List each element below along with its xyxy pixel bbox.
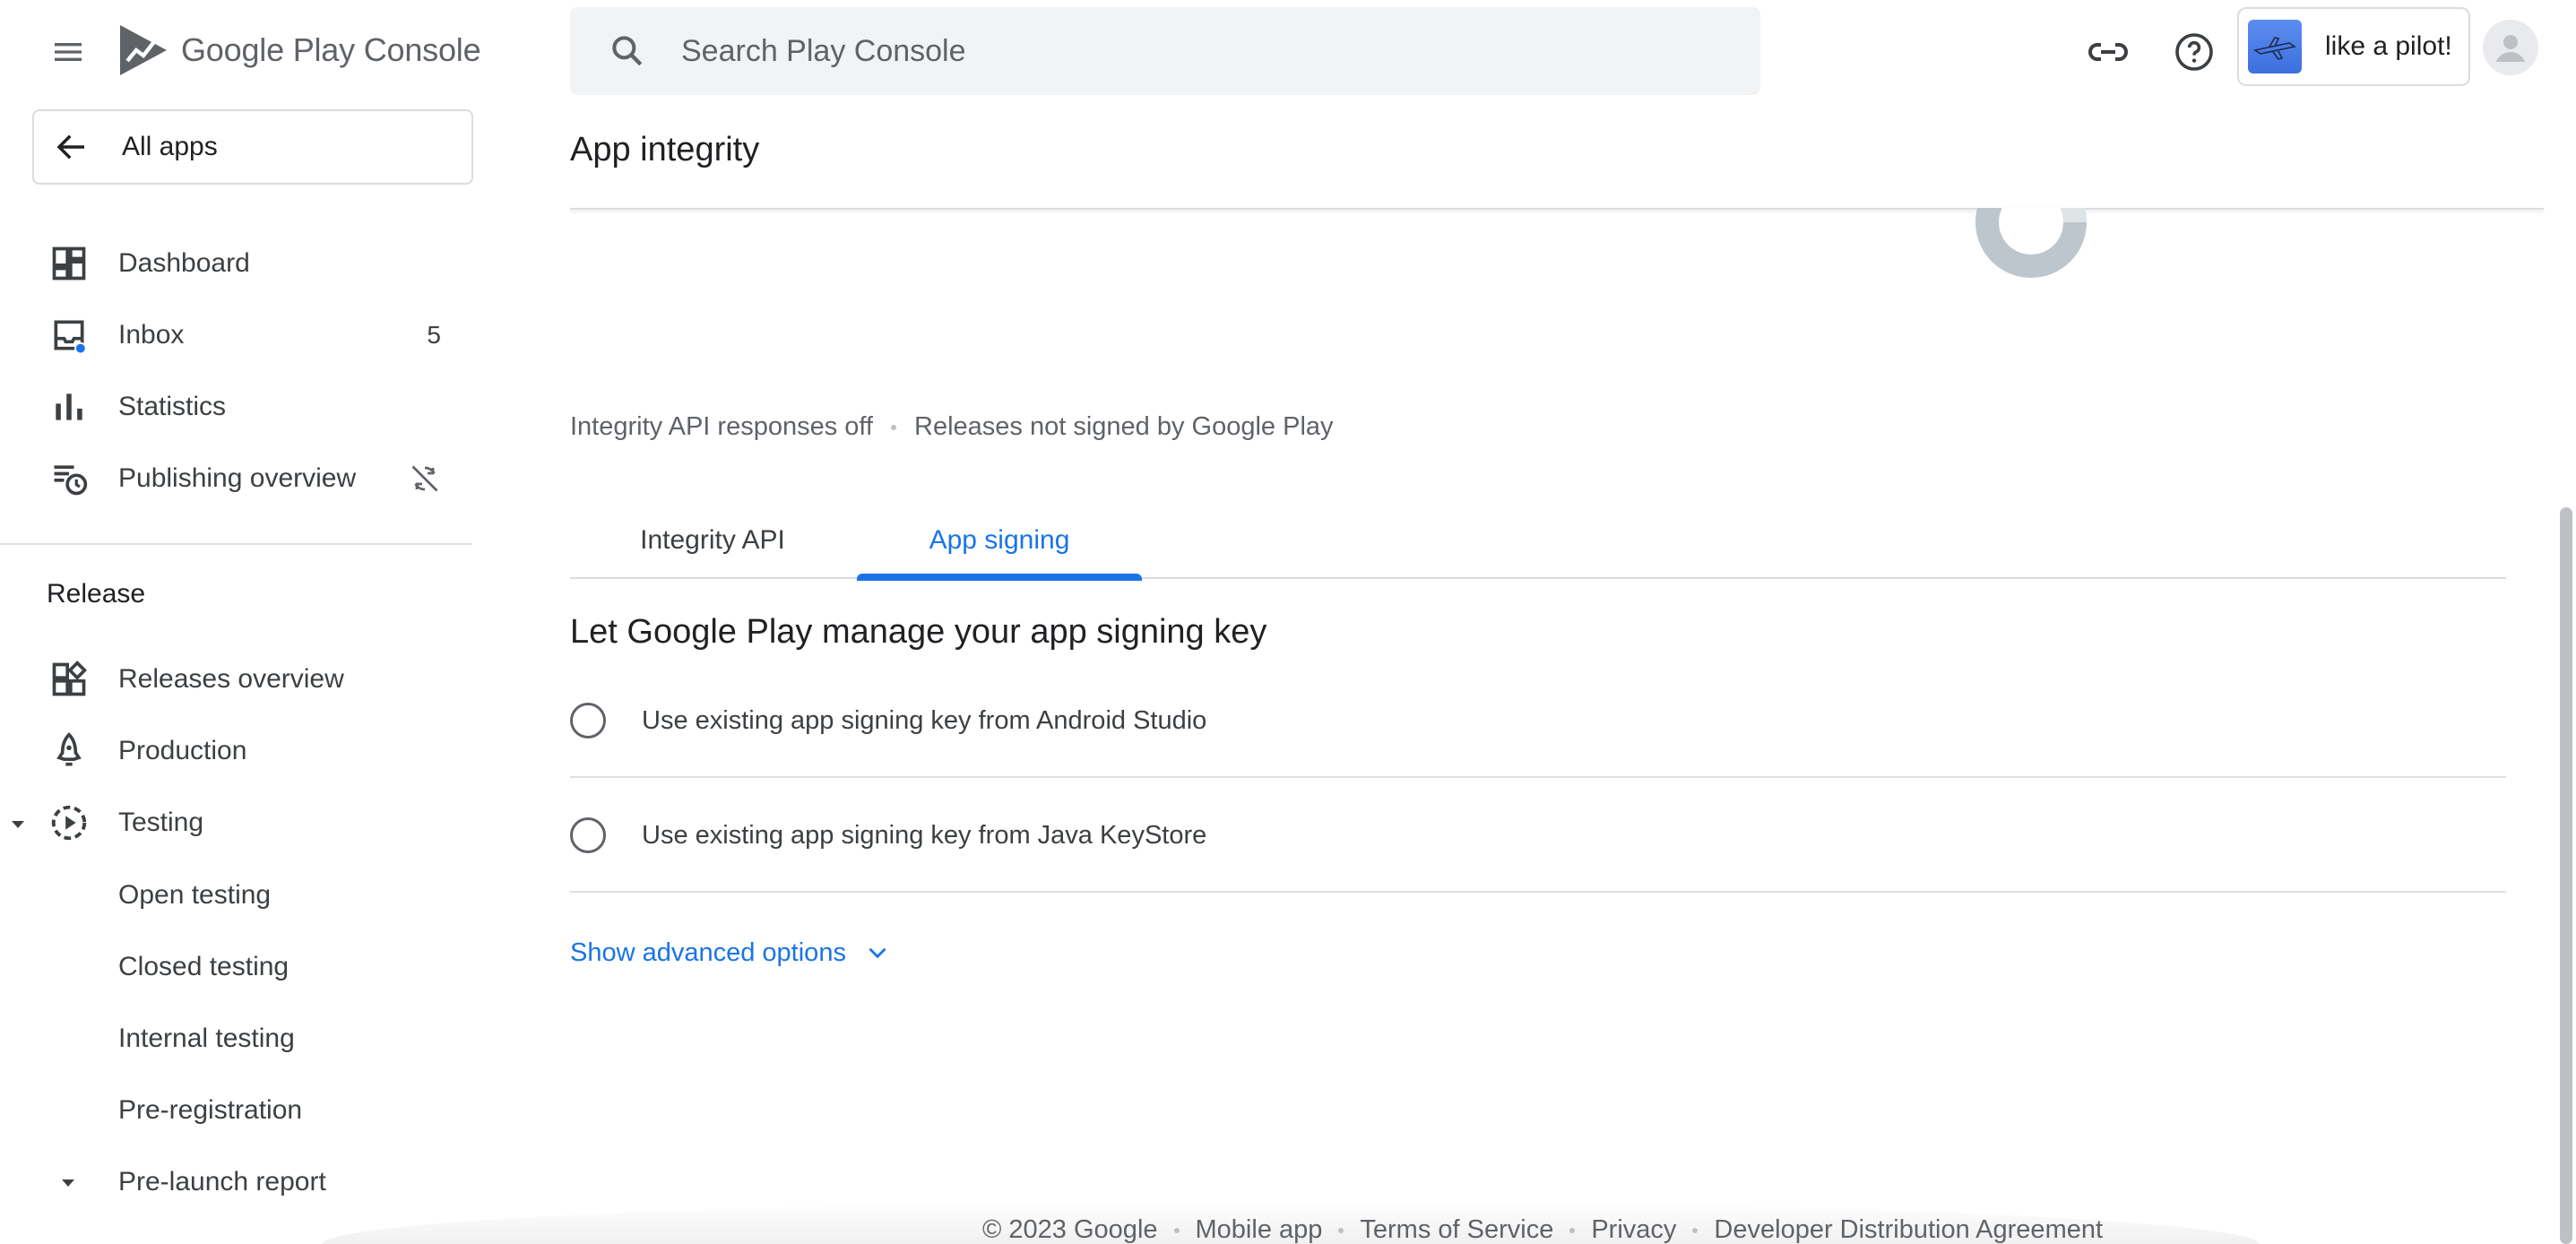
dashboard-icon xyxy=(48,243,90,284)
play-console-logo-icon xyxy=(120,25,167,75)
sidebar-item-testing[interactable]: Testing xyxy=(0,789,473,857)
sidebar-item-label: Testing xyxy=(118,808,204,837)
sidebar-item-publishing-overview[interactable]: Publishing overview xyxy=(0,445,473,513)
status-separator xyxy=(891,424,896,430)
integrity-illustration xyxy=(1975,208,2087,278)
logo-text: Google Play Console xyxy=(181,31,481,69)
tab-integrity-api[interactable]: Integrity API xyxy=(570,502,855,579)
integrity-status-line: Integrity API responses off Releases not… xyxy=(570,412,1334,442)
pre-launch-expand-icon[interactable] xyxy=(57,1172,79,1194)
release-section-title: Release xyxy=(47,579,146,609)
footer-separator xyxy=(1692,1227,1699,1233)
integrity-tabs: Integrity API App signing xyxy=(570,502,2506,581)
footer-link-mobile-app[interactable]: Mobile app xyxy=(1196,1215,1323,1244)
help-icon xyxy=(2175,33,2213,71)
tab-label: App signing xyxy=(929,525,1070,555)
sidebar-item-releases-overview[interactable]: Releases overview xyxy=(0,645,473,713)
link-button[interactable] xyxy=(2081,25,2135,79)
play-console-page: Google Play Console Search Play Console … xyxy=(0,0,2576,1244)
search-icon xyxy=(606,30,649,73)
sidebar-item-open-testing[interactable]: Open testing xyxy=(118,880,271,911)
footer-separator xyxy=(1338,1227,1344,1233)
testing-icon xyxy=(48,802,90,843)
sidebar-item-label: Publishing overview xyxy=(118,463,357,493)
copyright-text: © 2023 Google xyxy=(982,1215,1158,1244)
play-console-logo[interactable]: Google Play Console xyxy=(117,22,481,79)
sidebar-item-label: Dashboard xyxy=(118,248,250,278)
app-signing-heading: Let Google Play manage your app signing … xyxy=(570,613,1267,651)
chevron-down-icon xyxy=(869,947,886,959)
page-title: App integrity xyxy=(570,131,760,168)
sidebar-item-pre-registration[interactable]: Pre-registration xyxy=(118,1095,302,1126)
sidebar-divider xyxy=(0,543,471,545)
link-icon xyxy=(2088,43,2128,61)
sidebar-item-label: Production xyxy=(118,736,247,765)
advanced-options-label: Show advanced options xyxy=(570,937,846,967)
option-label: Use existing app signing key from Androi… xyxy=(642,705,1207,735)
sync-disabled-icon xyxy=(411,465,438,492)
help-button[interactable] xyxy=(2167,25,2221,79)
sidebar-item-statistics[interactable]: Statistics xyxy=(0,373,473,441)
sidebar-item-label: Statistics xyxy=(118,392,227,421)
logo-text-google: Google Play xyxy=(181,31,355,68)
footer-separator xyxy=(1173,1227,1180,1233)
all-apps-label: All apps xyxy=(122,132,218,161)
signing-status: Releases not signed by Google Play xyxy=(914,412,1334,441)
sidebar-item-closed-testing[interactable]: Closed testing xyxy=(118,952,289,982)
inbox-icon xyxy=(48,315,90,356)
option-android-studio-key[interactable]: Use existing app signing key from Androi… xyxy=(570,665,2506,778)
main-menu-button[interactable] xyxy=(43,27,93,77)
search-input[interactable]: Search Play Console xyxy=(681,34,966,69)
footer-link-distribution-agreement[interactable]: Developer Distribution Agreement xyxy=(1714,1215,2103,1244)
search-bar[interactable]: Search Play Console xyxy=(570,7,1760,95)
footer-link-terms[interactable]: Terms of Service xyxy=(1360,1215,1553,1244)
releases-overview-icon xyxy=(48,659,90,700)
sidebar-item-label: Releases overview xyxy=(118,664,344,694)
tab-app-signing[interactable]: App signing xyxy=(857,502,1142,581)
arrow-back-icon xyxy=(50,125,93,168)
radio-button[interactable] xyxy=(570,817,606,853)
sidebar-item-label: Inbox xyxy=(118,320,185,350)
production-icon xyxy=(48,730,90,772)
logo-text-console: Console xyxy=(363,31,481,68)
developer-account-thumbnail xyxy=(2248,20,2302,73)
all-apps-button[interactable]: All apps xyxy=(32,109,473,185)
account-switcher[interactable]: like a pilot! xyxy=(2237,7,2470,86)
footer-link-privacy[interactable]: Privacy xyxy=(1591,1215,1676,1244)
inbox-count-badge: 5 xyxy=(427,321,441,349)
radio-button[interactable] xyxy=(570,703,606,739)
tab-label: Integrity API xyxy=(640,525,785,555)
integrity-api-status: Integrity API responses off xyxy=(570,412,873,441)
show-advanced-options-button[interactable]: Show advanced options xyxy=(570,937,893,968)
sidebar-item-dashboard[interactable]: Dashboard xyxy=(0,229,473,298)
active-tab-indicator xyxy=(857,574,1142,581)
bar-chart-icon xyxy=(48,386,90,428)
header-divider xyxy=(570,208,2544,210)
footer: © 2023 Google Mobile app Terms of Servic… xyxy=(982,1215,2103,1244)
vertical-scrollbar[interactable] xyxy=(2560,507,2572,1244)
sidebar-item-internal-testing[interactable]: Internal testing xyxy=(118,1024,295,1054)
sidebar-item-production[interactable]: Production xyxy=(0,717,473,785)
account-name: like a pilot! xyxy=(2325,31,2452,61)
option-java-keystore-key[interactable]: Use existing app signing key from Java K… xyxy=(570,780,2506,893)
user-avatar[interactable] xyxy=(2483,20,2538,75)
footer-separator xyxy=(1569,1227,1576,1233)
hamburger-menu-icon xyxy=(55,43,82,61)
sidebar-item-pre-launch-report[interactable]: Pre-launch report xyxy=(118,1167,326,1197)
sidebar-item-inbox[interactable]: Inbox 5 xyxy=(0,301,473,369)
person-icon xyxy=(2496,35,2525,62)
publishing-overview-icon xyxy=(48,458,90,499)
option-label: Use existing app signing key from Java K… xyxy=(642,820,1207,850)
